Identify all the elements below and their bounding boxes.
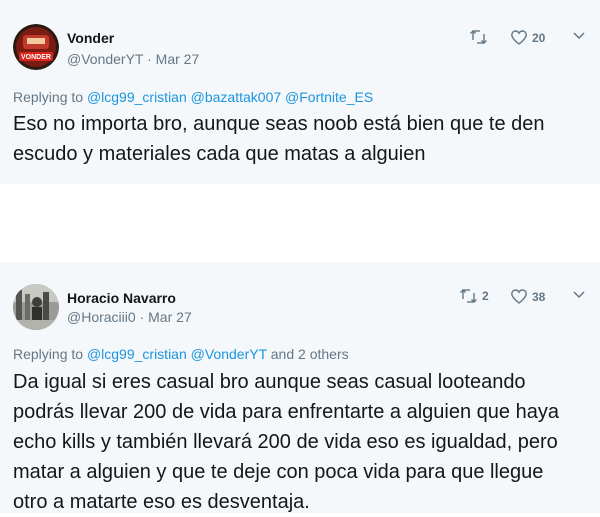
replying-prefix: Replying to <box>13 89 84 105</box>
more-options-button[interactable] <box>573 32 585 40</box>
retweet-button[interactable] <box>470 30 492 44</box>
avatar-logo-text: VONDER <box>21 54 51 61</box>
author-name[interactable]: Vonder <box>67 30 114 46</box>
tweet-text: Eso no importa bro, aunque seas noob est… <box>13 113 545 165</box>
replying-to: Replying to @lcg99_cristian @bazattak007… <box>13 89 373 105</box>
chevron-down-icon <box>573 291 585 299</box>
like-count: 20 <box>532 30 546 45</box>
mention-link[interactable]: @lcg99_cristian <box>87 89 187 105</box>
retweet-button[interactable]: 2 <box>460 289 489 303</box>
tweet-card[interactable]: Horacio Navarro @Horaciii0 · Mar 27 2 38… <box>0 262 600 513</box>
author-name[interactable]: Horacio Navarro <box>67 290 176 306</box>
like-count: 38 <box>532 289 546 304</box>
replying-prefix: Replying to <box>13 346 84 362</box>
handle-and-date[interactable]: @VonderYT · Mar 27 <box>67 51 199 67</box>
like-button[interactable]: 20 <box>511 30 545 45</box>
more-options-button[interactable] <box>573 291 585 299</box>
mention-link[interactable]: @Fortnite_ES <box>285 89 373 105</box>
like-button[interactable]: 38 <box>511 289 545 304</box>
retweet-icon <box>460 289 477 303</box>
tweet-text: Da igual si eres casual bro aunque seas … <box>13 371 559 513</box>
heart-icon <box>511 289 527 304</box>
avatar[interactable] <box>13 284 59 330</box>
handle-and-date[interactable]: @Horaciii0 · Mar 27 <box>67 309 192 325</box>
retweet-icon <box>470 30 487 44</box>
replying-to: Replying to @lcg99_cristian @VonderYT an… <box>13 346 349 362</box>
mention-link[interactable]: @VonderYT <box>191 346 267 362</box>
tweet-card[interactable]: VONDER Vonder @VonderYT · Mar 27 20 Repl… <box>0 0 600 184</box>
mention-link[interactable]: @bazattak007 <box>191 89 282 105</box>
replying-suffix[interactable]: and 2 others <box>271 346 349 362</box>
retweet-count: 2 <box>482 289 489 303</box>
mention-link[interactable]: @lcg99_cristian <box>87 346 187 362</box>
heart-icon <box>511 30 527 45</box>
avatar[interactable]: VONDER <box>13 24 59 70</box>
chevron-down-icon <box>573 32 585 40</box>
